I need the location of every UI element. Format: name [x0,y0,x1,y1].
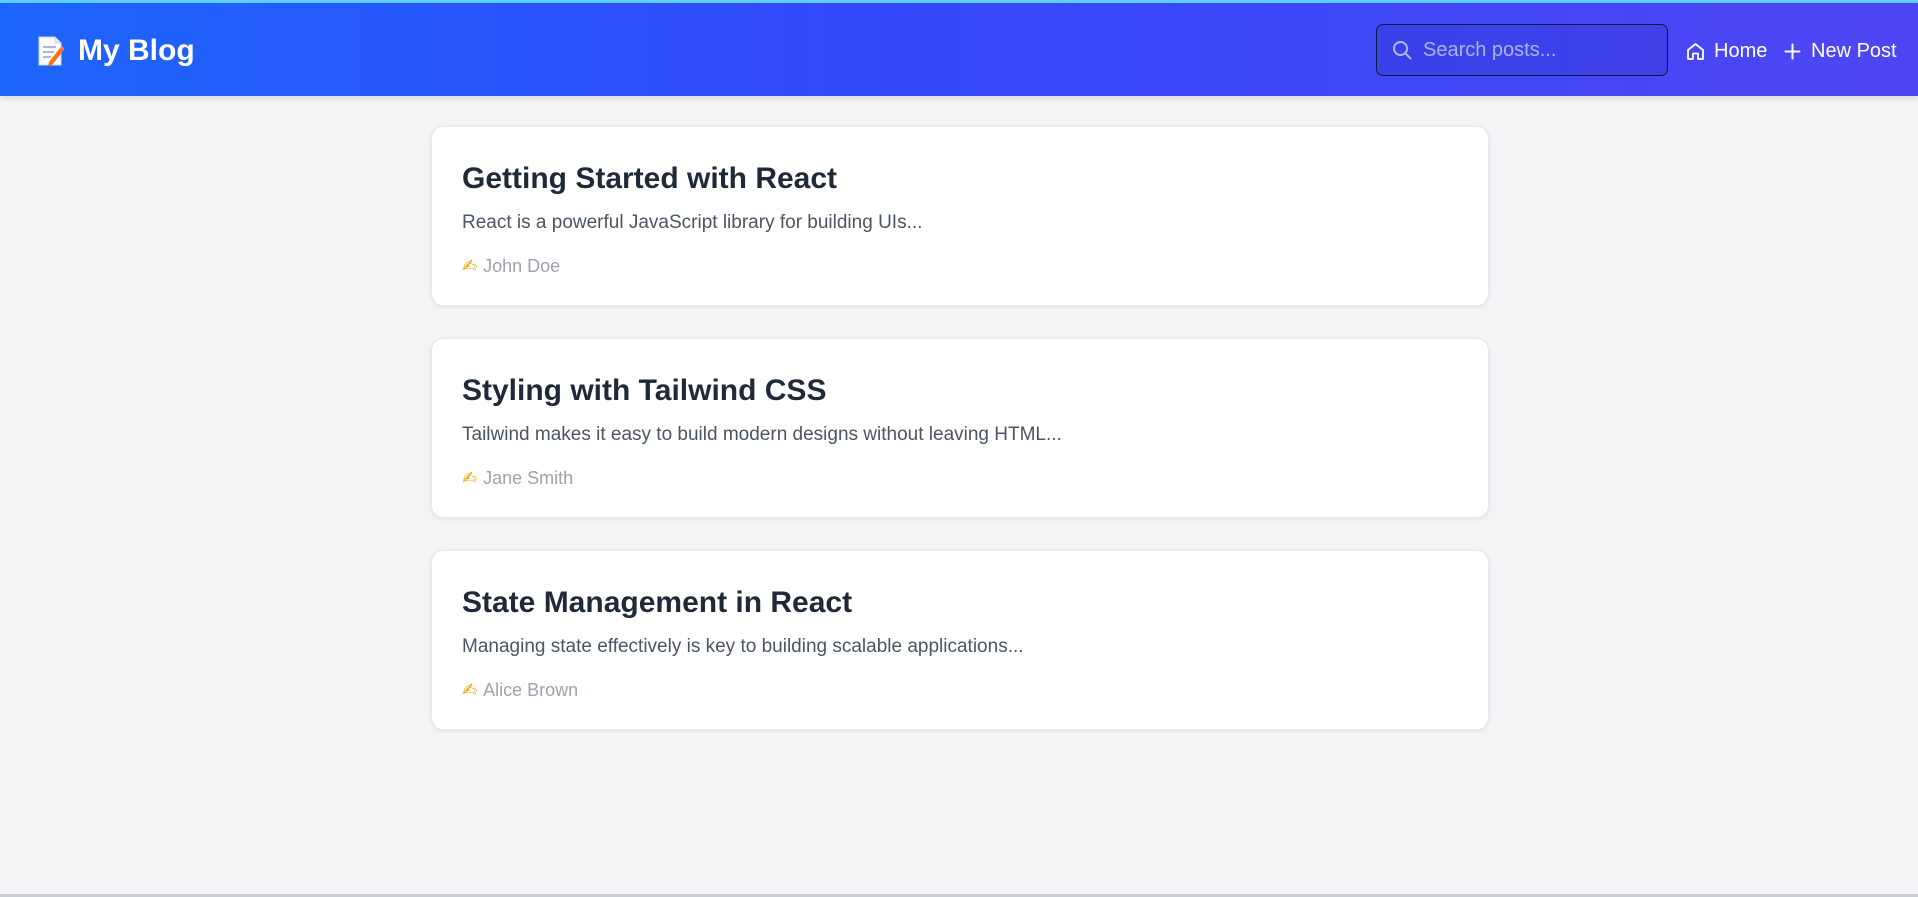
writing-hand-icon: ✍ [462,256,478,276]
post-author: ✍ Jane Smith [462,465,573,491]
post-author-name: Alice Brown [483,680,579,700]
post-author-name: Jane Smith [483,468,574,488]
post-excerpt: React is a powerful JavaScript library f… [462,212,923,233]
nav-new-post-link[interactable]: New Post [1782,36,1897,66]
search-icon [1393,41,1412,60]
nav-home-label: Home [1714,39,1768,62]
writing-hand-icon: ✍ [462,468,478,488]
post-title[interactable]: Styling with Tailwind CSS [462,371,826,411]
brand-title: My Blog [78,34,195,67]
post-card[interactable]: State Management in React Managing state… [431,550,1489,730]
post-title[interactable]: State Management in React [462,583,852,623]
post-author-name: John Doe [483,256,561,276]
navbar: My Blog Home New Post [0,3,1918,96]
search-input[interactable] [1423,30,1663,70]
memo-icon [38,36,64,66]
nav-new-post-label: New Post [1811,39,1897,62]
post-card[interactable]: Getting Started with React React is a po… [431,126,1489,306]
plus-icon [1784,43,1801,59]
app-root: My Blog Home New Post Getting Started [0,0,1918,897]
post-author: ✍ John Doe [462,253,560,279]
post-card[interactable]: Styling with Tailwind CSS Tailwind makes… [431,338,1489,518]
post-title[interactable]: Getting Started with React [462,159,837,199]
post-excerpt: Managing state effectively is key to bui… [462,636,1024,657]
brand[interactable]: My Blog [36,31,195,71]
home-icon [1687,42,1704,60]
post-author: ✍ Alice Brown [462,677,578,703]
post-excerpt: Tailwind makes it easy to build modern d… [462,424,1062,445]
search-box[interactable] [1376,24,1668,76]
writing-hand-icon: ✍ [462,680,478,700]
nav-home-link[interactable]: Home [1685,36,1767,66]
